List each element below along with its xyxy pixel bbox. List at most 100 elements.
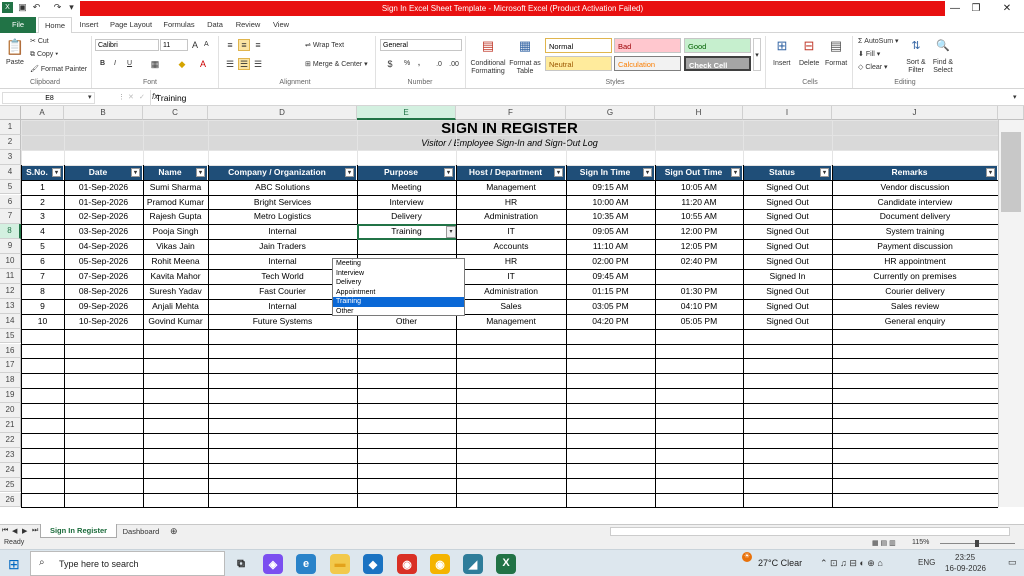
dropdown-option[interactable]: Training (333, 297, 464, 307)
filter-dropdown-icon[interactable]: ▾ (52, 167, 61, 177)
table-cell[interactable]: 10:55 AM (655, 209, 743, 224)
table-cell[interactable]: Interview (357, 195, 456, 210)
row-header[interactable]: 15 (0, 328, 21, 344)
row-header[interactable]: 3 (0, 149, 21, 165)
find-select-icon[interactable]: 🔍 (935, 37, 951, 53)
align-top-icon[interactable]: ≡ (224, 39, 236, 51)
table-cell[interactable]: Metro Logistics (208, 209, 357, 224)
currency-icon[interactable]: $ (383, 58, 397, 70)
row-header[interactable]: 23 (0, 447, 21, 463)
insert-cells-button[interactable]: Insert (773, 60, 791, 67)
table-cell[interactable]: Suresh Yadav (143, 284, 208, 299)
table-cell[interactable]: Signed Out (743, 314, 832, 329)
table-cell[interactable]: 1 (21, 180, 64, 195)
excel-taskbar-icon[interactable]: X (496, 554, 516, 574)
filter-dropdown-icon[interactable]: ▾ (820, 167, 829, 177)
table-cell[interactable]: Signed Out (743, 299, 832, 314)
filter-dropdown-icon[interactable]: ▾ (986, 167, 995, 177)
dropdown-option[interactable]: Appointment (333, 288, 464, 298)
clear-button[interactable]: ◇ Clear ▾ (858, 63, 888, 71)
format-cells-icon[interactable]: ▤ (826, 37, 846, 55)
table-cell[interactable]: Signed Out (743, 284, 832, 299)
table-cell[interactable]: 6 (21, 254, 64, 269)
select-all-corner[interactable] (0, 106, 21, 120)
table-cell[interactable]: Management (456, 180, 566, 195)
delete-cells-icon[interactable]: ⊟ (799, 37, 819, 55)
table-cell[interactable]: Bright Services (208, 195, 357, 210)
filter-dropdown-icon[interactable]: ▾ (196, 167, 205, 177)
table-cell[interactable]: 09:05 AM (566, 224, 655, 239)
sheet-tab-dashboard[interactable]: Dashboard (117, 525, 165, 538)
column-header-e[interactable]: E (357, 106, 456, 120)
column-header-d[interactable]: D (208, 106, 357, 120)
table-cell[interactable]: Meeting (357, 180, 456, 195)
conditional-formatting-button[interactable]: Conditional Formatting (469, 60, 507, 76)
row-header[interactable]: 22 (0, 432, 21, 448)
customize-qat-icon[interactable]: ▾ (66, 2, 77, 13)
delete-cells-button[interactable]: Delete (799, 60, 819, 67)
row-header[interactable]: 12 (0, 283, 21, 299)
wrap-text-button[interactable]: ⇌ Wrap Text (305, 41, 344, 49)
task-view-icon[interactable]: ⧉ (231, 554, 251, 574)
table-cell[interactable]: 9 (21, 299, 64, 314)
save-icon[interactable]: ▣ (17, 2, 28, 13)
table-cell[interactable]: Rajesh Gupta (143, 209, 208, 224)
tab-review[interactable]: Review (232, 17, 264, 33)
row-header[interactable]: 1 (0, 120, 21, 135)
table-cell[interactable]: Signed Out (743, 239, 832, 254)
chrome-icon[interactable]: ◉ (397, 554, 417, 574)
notification-icon[interactable]: ▭ (1008, 557, 1017, 568)
grow-font-button[interactable]: A (192, 40, 198, 50)
row-header[interactable]: 24 (0, 462, 21, 478)
last-sheet-icon[interactable]: ⏭ (32, 527, 38, 535)
close-icon[interactable]: ✕ (997, 2, 1017, 15)
font-name-select[interactable]: Calibri (95, 39, 159, 51)
row-header[interactable]: 8 (0, 224, 21, 240)
percent-button[interactable]: % (404, 60, 410, 67)
find-select-button[interactable]: Find & Select (930, 59, 956, 75)
row-header[interactable]: 5 (0, 179, 21, 195)
italic-button[interactable]: I (114, 60, 116, 67)
dropdown-option[interactable]: Meeting (333, 259, 464, 269)
sort-filter-icon[interactable]: ⇅ (908, 37, 924, 53)
table-cell[interactable]: Delivery (357, 209, 456, 224)
table-cell[interactable]: 12:00 PM (655, 224, 743, 239)
borders-icon[interactable]: ▦ (148, 58, 162, 70)
merge-center-button[interactable]: ⊞ Merge & Center ▾ (305, 60, 368, 68)
scrollbar-thumb[interactable] (1001, 132, 1021, 212)
store-icon[interactable]: ◆ (363, 554, 383, 574)
filter-dropdown-icon[interactable]: ▾ (345, 167, 354, 177)
font-size-select[interactable]: 11 (160, 39, 188, 51)
row-header[interactable]: 18 (0, 373, 21, 389)
row-header[interactable]: 13 (0, 298, 21, 314)
clock-date[interactable]: 16-09-2026 (945, 564, 986, 573)
row-header[interactable]: 19 (0, 388, 21, 404)
table-cell[interactable]: 5 (21, 239, 64, 254)
table-cell[interactable]: 04:10 PM (655, 299, 743, 314)
table-cell[interactable]: 3 (21, 209, 64, 224)
table-cell[interactable]: 01:30 PM (655, 284, 743, 299)
row-header[interactable]: 21 (0, 418, 21, 433)
prev-sheet-icon[interactable]: ◀ (12, 527, 17, 535)
table-cell[interactable]: 11:10 AM (566, 239, 655, 254)
app-icon[interactable]: ◢ (463, 554, 483, 574)
comma-button[interactable]: , (418, 60, 420, 67)
style-neutral[interactable]: Neutral (545, 56, 612, 71)
row-header[interactable]: 25 (0, 477, 21, 493)
table-cell[interactable]: 01-Sep-2026 (64, 195, 143, 210)
table-cell[interactable]: Pramod Kumar (143, 195, 208, 210)
format-painter-button[interactable]: 🖌 Format Painter (30, 65, 87, 73)
table-cell[interactable]: 12:05 PM (655, 239, 743, 254)
clock-time[interactable]: 23:25 (955, 553, 975, 562)
table-cell[interactable]: Courier delivery (832, 284, 998, 299)
table-cell[interactable]: 10:05 AM (655, 180, 743, 195)
filter-dropdown-icon[interactable]: ▾ (731, 167, 740, 177)
paste-icon[interactable]: 📋 (5, 36, 25, 58)
table-cell[interactable]: Govind Kumar (143, 314, 208, 329)
table-cell[interactable]: Signed Out (743, 195, 832, 210)
minimize-icon[interactable]: — (945, 2, 965, 15)
table-cell[interactable]: Administration (456, 284, 566, 299)
file-explorer-icon[interactable]: ▬ (330, 554, 350, 574)
column-header-i[interactable]: I (743, 106, 832, 120)
table-cell[interactable]: 07-Sep-2026 (64, 269, 143, 284)
